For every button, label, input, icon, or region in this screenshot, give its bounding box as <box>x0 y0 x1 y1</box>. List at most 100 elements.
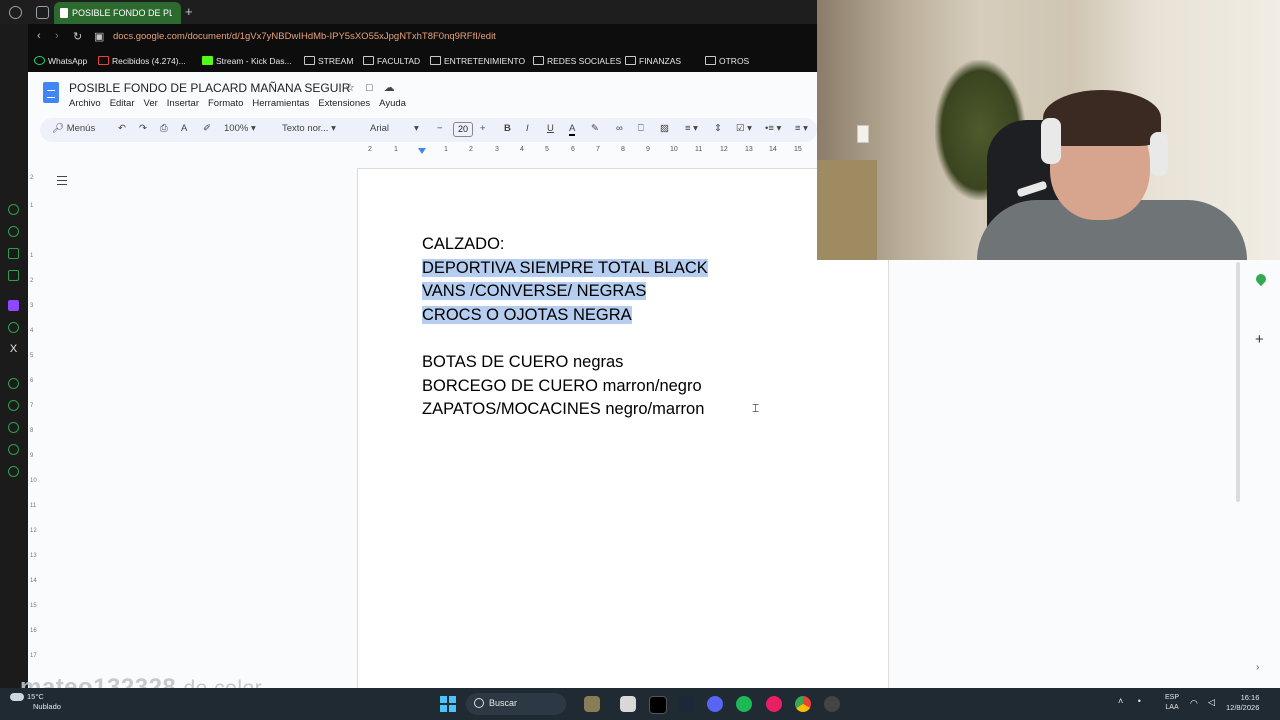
menu-formato[interactable]: Formato <box>208 98 243 109</box>
google-docs-logo-icon[interactable] <box>43 82 59 103</box>
print-icon[interactable]: ⎙ <box>160 123 168 134</box>
comment-icon[interactable]: ⎕ <box>638 123 644 134</box>
spellcheck-icon[interactable]: A <box>181 123 187 134</box>
obs-icon[interactable] <box>766 696 782 712</box>
wifi-icon[interactable]: ◠ <box>1190 698 1198 709</box>
decrease-font-size-button[interactable]: − <box>437 123 443 134</box>
paint-format-icon[interactable]: ✐ <box>203 123 211 134</box>
bookmark-whatsapp[interactable]: WhatsApp <box>34 56 87 66</box>
discord-icon[interactable] <box>707 696 723 712</box>
rail-app-icon[interactable] <box>8 204 19 215</box>
doc-line[interactable]: CALZADO: <box>422 233 708 257</box>
increase-font-size-button[interactable]: + <box>480 123 486 134</box>
menu-herramientas[interactable]: Herramientas <box>252 98 309 109</box>
doc-line[interactable]: DEPORTIVA SIEMPRE TOTAL BLACK <box>422 257 708 281</box>
rail-app-icon[interactable] <box>8 444 19 455</box>
underline-button[interactable]: U <box>547 123 554 134</box>
menu-ayuda[interactable]: Ayuda <box>379 98 406 109</box>
rail-app-icon[interactable] <box>8 400 19 411</box>
rail-app-icon[interactable] <box>8 248 19 259</box>
image-icon[interactable]: ▨ <box>660 123 669 134</box>
new-tab-button[interactable]: + <box>185 4 193 19</box>
capcut-icon[interactable] <box>649 696 667 714</box>
link-icon[interactable]: ∞ <box>616 123 623 134</box>
taskbar-search[interactable]: Buscar <box>466 693 566 715</box>
rail-app-icon[interactable] <box>8 270 19 281</box>
style-select[interactable]: Texto nor... ▾ <box>282 123 336 134</box>
document-outline-icon[interactable] <box>57 176 67 185</box>
bookmark-gmail[interactable]: Recibidos (4.274)... <box>98 56 186 66</box>
highlight-icon[interactable]: ✎ <box>591 123 599 134</box>
bookmark-folder-entretenimiento[interactable]: ENTRETENIMIENTO <box>430 56 525 66</box>
document-body[interactable]: CALZADO: DEPORTIVA SIEMPRE TOTAL BLACK V… <box>422 233 708 422</box>
tab-groups-icon[interactable] <box>36 6 49 19</box>
settings-icon[interactable] <box>8 466 19 477</box>
star-icon[interactable]: ☆ <box>345 82 355 94</box>
undo-icon[interactable]: ↶ <box>118 123 126 134</box>
rail-app-icon[interactable] <box>8 378 19 389</box>
doc-line[interactable]: CROCS O OJOTAS NEGRA <box>422 304 708 328</box>
x-icon[interactable]: X <box>8 344 19 355</box>
spotify-icon[interactable] <box>736 696 752 712</box>
language-indicator[interactable]: ESP LAA <box>1165 693 1179 713</box>
widget-app-icon[interactable] <box>584 696 600 712</box>
doc-line[interactable]: BORCEGO DE CUERO marron/negro <box>422 375 708 399</box>
tray-chevron-up-icon[interactable]: ˄ <box>1118 696 1123 706</box>
page-scrollbar[interactable] <box>1236 262 1240 502</box>
rail-app-icon[interactable] <box>8 226 19 237</box>
site-info-icon[interactable]: ▣ <box>94 30 104 43</box>
windows-start-icon[interactable] <box>440 696 456 712</box>
move-folder-icon[interactable]: □ <box>366 82 373 94</box>
doc-line[interactable] <box>422 327 708 351</box>
bookmark-folder-facultad[interactable]: FACULTAD <box>363 56 420 66</box>
bulleted-list-icon[interactable]: •≡ ▾ <box>765 123 781 134</box>
font-select[interactable]: Arial <box>370 123 389 134</box>
checklist-icon[interactable]: ☑ ▾ <box>736 123 752 134</box>
doc-line[interactable]: BOTAS DE CUERO negras <box>422 351 708 375</box>
numbered-list-icon[interactable]: ≡ ▾ <box>795 123 808 134</box>
bookmark-folder-redes[interactable]: REDES SOCIALES <box>533 56 621 66</box>
bookmark-folder-stream[interactable]: STREAM <box>304 56 353 66</box>
chevron-right-icon[interactable]: › <box>1256 662 1259 673</box>
add-addon-icon[interactable]: + <box>1255 331 1264 348</box>
bookmark-kick[interactable]: Stream - Kick Das... <box>202 56 292 66</box>
doc-line[interactable]: ZAPATOS/MOCACINES negro/marron <box>422 398 708 422</box>
bookmark-folder-otros[interactable]: OTROS <box>705 56 749 66</box>
align-icon[interactable]: ≡ ▾ <box>685 123 698 134</box>
indent-marker[interactable] <box>418 148 426 154</box>
zoom-select[interactable]: 100% ▾ <box>224 123 256 134</box>
rail-app-icon[interactable] <box>8 422 19 433</box>
font-select-chevron-icon[interactable]: ▾ <box>414 123 419 134</box>
menu-insertar[interactable]: Insertar <box>167 98 199 109</box>
doc-line[interactable]: VANS /CONVERSE/ NEGRAS <box>422 280 708 304</box>
menu-ver[interactable]: Ver <box>144 98 158 109</box>
search-menus-button[interactable]: 🔎︎ Menús <box>52 123 95 134</box>
profile-icon[interactable] <box>9 6 22 19</box>
bold-button[interactable]: B <box>504 123 511 134</box>
document-title[interactable]: POSIBLE FONDO DE PLACARD MAÑANA SEGUIR <box>69 81 350 95</box>
line-spacing-icon[interactable]: ⇕ <box>714 123 722 134</box>
text-color-button[interactable]: A <box>569 123 576 136</box>
back-icon[interactable]: ‹ <box>37 30 41 42</box>
forward-icon[interactable]: › <box>55 30 59 42</box>
menu-editar[interactable]: Editar <box>110 98 135 109</box>
tab-active-doc[interactable]: POSIBLE FONDO DE PLACA <box>54 2 181 24</box>
chrome-icon[interactable] <box>795 696 811 712</box>
cloud-status-icon[interactable]: ☁ <box>384 82 395 94</box>
horizontal-ruler[interactable]: 2 1 1 2 3 4 5 6 7 8 9 10 11 12 13 14 15 <box>358 146 817 158</box>
settings-gear-icon[interactable] <box>824 696 840 712</box>
menu-archivo[interactable]: Archivo <box>69 98 101 109</box>
reload-icon[interactable]: ↻ <box>73 30 82 43</box>
steam-icon[interactable] <box>678 696 694 712</box>
font-size-input[interactable]: 20 <box>453 122 473 137</box>
rail-app-icon[interactable] <box>8 322 19 333</box>
system-clock[interactable]: 16:16 12/8/2026 <box>1226 693 1259 713</box>
bookmark-folder-finanzas[interactable]: FINANZAS <box>625 56 681 66</box>
vertical-ruler[interactable]: 2 1 1 2 3 4 5 6 7 8 9 10 11 12 13 14 15 … <box>28 165 38 685</box>
redo-icon[interactable]: ↷ <box>139 123 147 134</box>
url-text[interactable]: docs.google.com/document/d/1gVx7yNBDwIHd… <box>113 31 496 42</box>
volume-icon[interactable]: ◁ <box>1208 697 1215 708</box>
menu-extensiones[interactable]: Extensiones <box>318 98 370 109</box>
file-explorer-icon[interactable] <box>620 696 636 712</box>
microphone-icon[interactable]: • <box>1138 696 1141 706</box>
